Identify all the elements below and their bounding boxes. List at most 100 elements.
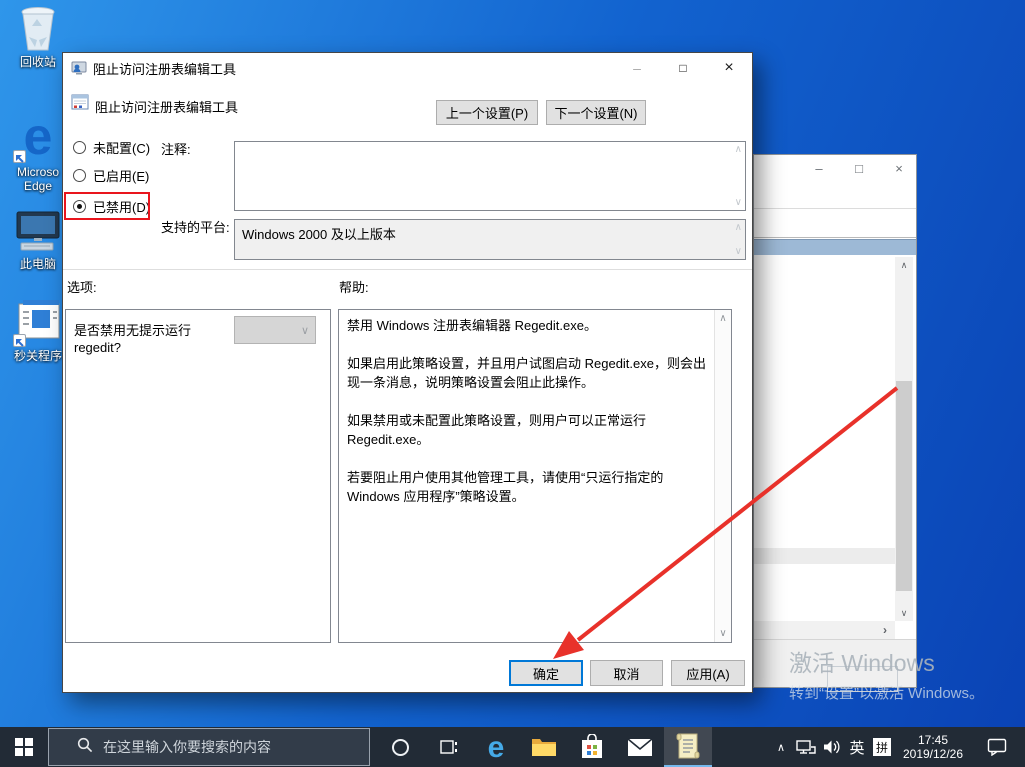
red-highlight-box	[64, 192, 150, 220]
desktop-icon-shortcut-app[interactable]: 秒关程序	[6, 300, 70, 363]
scroll-down-icon[interactable]: ∨	[735, 197, 742, 208]
ime-mode-label: 拼	[873, 738, 891, 756]
policy-dialog-icon	[71, 60, 87, 76]
desktop-icon-this-pc[interactable]: 此电脑	[6, 208, 70, 271]
action-center-button[interactable]	[980, 727, 1014, 767]
ok-button[interactable]: 确定	[509, 660, 583, 686]
task-view-icon	[438, 738, 458, 756]
app-window-icon	[6, 300, 70, 346]
tray-volume-button[interactable]	[819, 727, 845, 767]
comment-textarea[interactable]: ∧ ∨	[234, 141, 746, 211]
apply-button[interactable]: 应用(A)	[671, 660, 745, 686]
minimize-icon[interactable]: –	[812, 161, 826, 176]
desktop-icon-label: 此电脑	[6, 257, 70, 271]
group-policy-scroll-icon	[675, 732, 701, 760]
supported-on-field: Windows 2000 及以上版本 ∧ ∨	[234, 219, 746, 260]
ime-language-label: 英	[849, 737, 864, 758]
search-input[interactable]	[103, 739, 353, 755]
next-setting-button[interactable]: 下一个设置(N)	[546, 100, 646, 125]
radio-label: 已启用(E)	[93, 166, 149, 185]
background-window-row-band	[754, 548, 895, 564]
previous-setting-button[interactable]: 上一个设置(P)	[436, 100, 538, 125]
background-window-column-header	[754, 239, 916, 255]
radio-circle-icon[interactable]	[73, 169, 86, 182]
start-button[interactable]	[0, 727, 48, 767]
option-question: 是否禁用无提示运行 regedit?	[74, 322, 234, 356]
maximize-button[interactable]: □	[660, 53, 706, 82]
clock-time: 17:45	[918, 733, 948, 747]
option-dropdown[interactable]: ∨	[234, 316, 316, 344]
comment-label: 注释:	[161, 139, 191, 158]
scroll-down-icon[interactable]: ∨	[715, 628, 731, 639]
taskbar-edge-button[interactable]: e	[472, 727, 520, 767]
policy-setting-icon	[71, 93, 89, 114]
desktop-icon-label: 回收站	[6, 55, 70, 69]
recycle-bin-icon	[6, 6, 70, 52]
action-center-icon	[987, 738, 1007, 756]
desktop-icon-label: Microso Edge	[6, 165, 70, 193]
cancel-button[interactable]: 取消	[590, 660, 663, 686]
taskbar-search-box[interactable]	[48, 728, 370, 766]
windows-logo-icon	[15, 738, 33, 756]
taskbar: e ∧	[0, 727, 1025, 767]
file-explorer-icon	[531, 736, 557, 758]
svg-text:e: e	[488, 731, 505, 764]
taskbar-mail-button[interactable]	[616, 727, 664, 767]
taskbar-store-button[interactable]	[568, 727, 616, 767]
volume-icon	[823, 739, 842, 755]
covered-button-outline	[827, 666, 898, 692]
supported-on-value: Windows 2000 及以上版本	[242, 227, 396, 242]
tray-expand-button[interactable]: ∧	[770, 727, 792, 767]
scroll-up-icon[interactable]: ∧	[715, 313, 731, 324]
radio-circle-icon[interactable]	[73, 141, 86, 154]
dialog-titlebar[interactable]: 阻止访问注册表编辑工具 – □ ×	[63, 53, 752, 83]
taskbar-task-view-button[interactable]	[424, 727, 472, 767]
scrollbar-thumb[interactable]	[896, 381, 912, 591]
shortcut-arrow-icon	[13, 334, 26, 347]
edge-icon: e	[6, 116, 70, 162]
tray-clock[interactable]: 17:45 2019/12/26	[891, 727, 975, 767]
supported-on-label: 支持的平台:	[161, 217, 230, 236]
background-window: – □ × ∧ ∨ ›	[753, 154, 917, 688]
tray-network-button[interactable]	[793, 727, 819, 767]
chevron-down-icon: ∨	[301, 324, 309, 337]
maximize-icon[interactable]: □	[852, 161, 866, 176]
radio-not-configured[interactable]: 未配置(C)	[73, 137, 150, 157]
horizontal-scrollbar[interactable]: ›	[754, 621, 895, 639]
scroll-up-icon[interactable]: ∧	[895, 257, 913, 273]
taskbar-cortana-button[interactable]	[376, 727, 424, 767]
close-button[interactable]: ×	[706, 53, 752, 82]
help-text: 禁用 Windows 注册表编辑器 Regedit.exe。 如果启用此策略设置…	[339, 310, 714, 642]
close-icon[interactable]: ×	[892, 161, 906, 176]
vertical-scrollbar[interactable]: ∧ ∨	[895, 257, 913, 621]
background-window-statusbar	[754, 639, 916, 687]
taskbar-group-policy-button[interactable]	[664, 727, 712, 767]
taskbar-file-explorer-button[interactable]	[520, 727, 568, 767]
desktop-icon-edge[interactable]: e Microso Edge	[6, 116, 70, 193]
mail-icon	[627, 738, 653, 757]
scroll-up-icon[interactable]: ∧	[735, 144, 742, 155]
options-label: 选项:	[67, 277, 97, 296]
policy-name: 阻止访问注册表编辑工具	[95, 97, 238, 116]
this-pc-icon	[6, 208, 70, 254]
minimize-button[interactable]: –	[614, 53, 660, 82]
shortcut-arrow-icon	[13, 150, 26, 163]
chevron-up-icon: ∧	[777, 741, 785, 754]
scroll-down-icon[interactable]: ∨	[735, 246, 742, 257]
policy-dialog: 阻止访问注册表编辑工具 – □ × 阻止访问注册表编辑工具 上一个设置(P) 下…	[62, 52, 753, 693]
scroll-down-icon[interactable]: ∨	[895, 605, 913, 621]
help-scrollbar[interactable]: ∧ ∨	[714, 310, 731, 642]
help-label: 帮助:	[339, 277, 369, 296]
scroll-right-icon[interactable]: ›	[883, 621, 887, 639]
background-window-titlebar: – □ ×	[754, 155, 916, 208]
help-panel: 禁用 Windows 注册表编辑器 Regedit.exe。 如果启用此策略设置…	[338, 309, 732, 643]
tray-ime-language-button[interactable]: 英	[845, 727, 869, 767]
scroll-up-icon[interactable]: ∧	[735, 222, 742, 233]
clock-date: 2019/12/26	[903, 747, 963, 761]
radio-enabled[interactable]: 已启用(E)	[73, 165, 149, 185]
desktop-icon-recycle-bin[interactable]: 回收站	[6, 6, 70, 69]
options-panel: 是否禁用无提示运行 regedit? ∨	[65, 309, 331, 643]
radio-label: 未配置(C)	[93, 138, 150, 157]
network-icon	[796, 739, 816, 756]
search-icon	[77, 737, 93, 758]
